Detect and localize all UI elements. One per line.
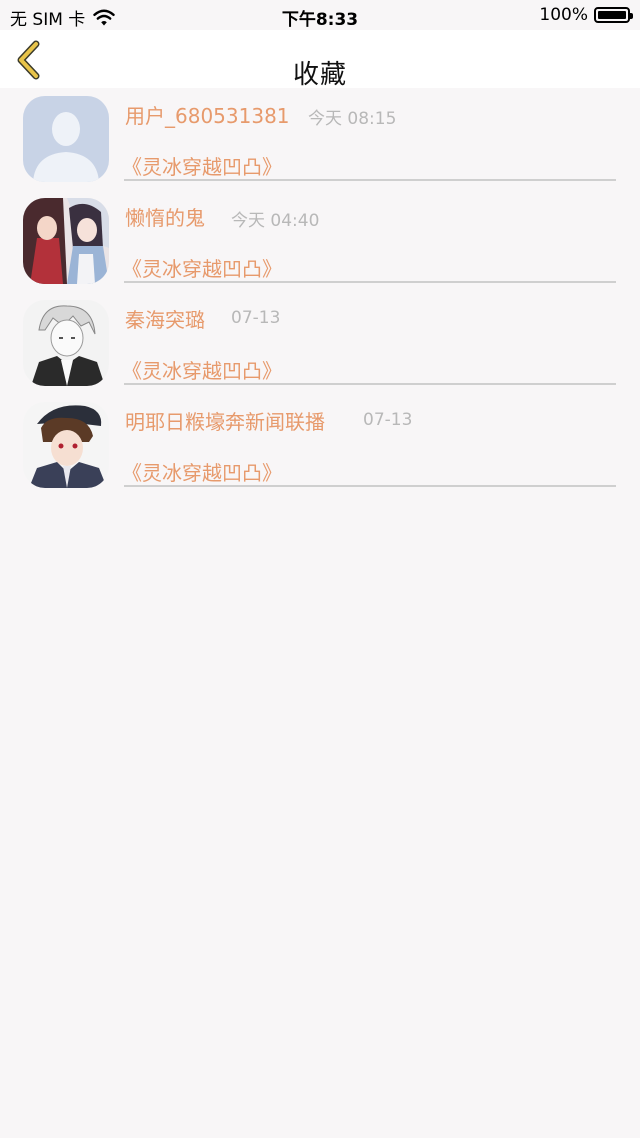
navigation-bar: 收藏 (0, 30, 640, 90)
divider (124, 485, 616, 487)
avatar[interactable] (23, 198, 109, 284)
default-avatar-icon (23, 96, 109, 182)
list-item[interactable]: 懒惰的鬼 今天 04:40 《灵冰穿越凹凸》 (0, 190, 640, 292)
username: 懒惰的鬼 (125, 206, 205, 230)
list-item[interactable]: 秦海突璐 07-13 《灵冰穿越凹凸》 (0, 292, 640, 394)
book-title[interactable]: 《灵冰穿越凹凸》 (122, 151, 282, 180)
avatar[interactable] (23, 96, 109, 182)
timestamp: 07-13 (231, 308, 281, 328)
avatar[interactable] (23, 402, 109, 488)
divider (124, 383, 616, 385)
page-title: 收藏 (292, 60, 347, 90)
status-bar: 无 SIM 卡 下午8:33 100% (0, 0, 640, 30)
avatar[interactable] (23, 300, 109, 386)
username: 秦海突璐 (125, 308, 205, 332)
status-right: 100% (539, 5, 633, 25)
battery-percent: 100% (539, 5, 588, 25)
book-title[interactable]: 《灵冰穿越凹凸》 (122, 457, 282, 486)
book-title[interactable]: 《灵冰穿越凹凸》 (122, 253, 282, 282)
book-title[interactable]: 《灵冰穿越凹凸》 (122, 355, 282, 384)
battery-icon (594, 7, 633, 23)
timestamp: 07-13 (363, 410, 413, 430)
timestamp: 今天 04:40 (231, 211, 320, 231)
username: 明耶日糇壕奔新闻联播 (125, 410, 325, 434)
username: 用户_680531381 (125, 104, 290, 128)
timestamp: 今天 08:15 (308, 109, 397, 129)
divider (124, 179, 616, 181)
anime-girls-avatar-icon (23, 198, 109, 284)
list-item[interactable]: 用户_680531381 今天 08:15 《灵冰穿越凹凸》 (0, 88, 640, 190)
favorites-list: 用户_680531381 今天 08:15 《灵冰穿越凹凸》 懒惰的鬼 今天 0… (0, 88, 640, 496)
list-item[interactable]: 明耶日糇壕奔新闻联播 07-13 《灵冰穿越凹凸》 (0, 394, 640, 496)
anime-boy-hat-avatar-icon (23, 402, 109, 488)
divider (124, 281, 616, 283)
anime-boy-avatar-icon (23, 300, 109, 386)
